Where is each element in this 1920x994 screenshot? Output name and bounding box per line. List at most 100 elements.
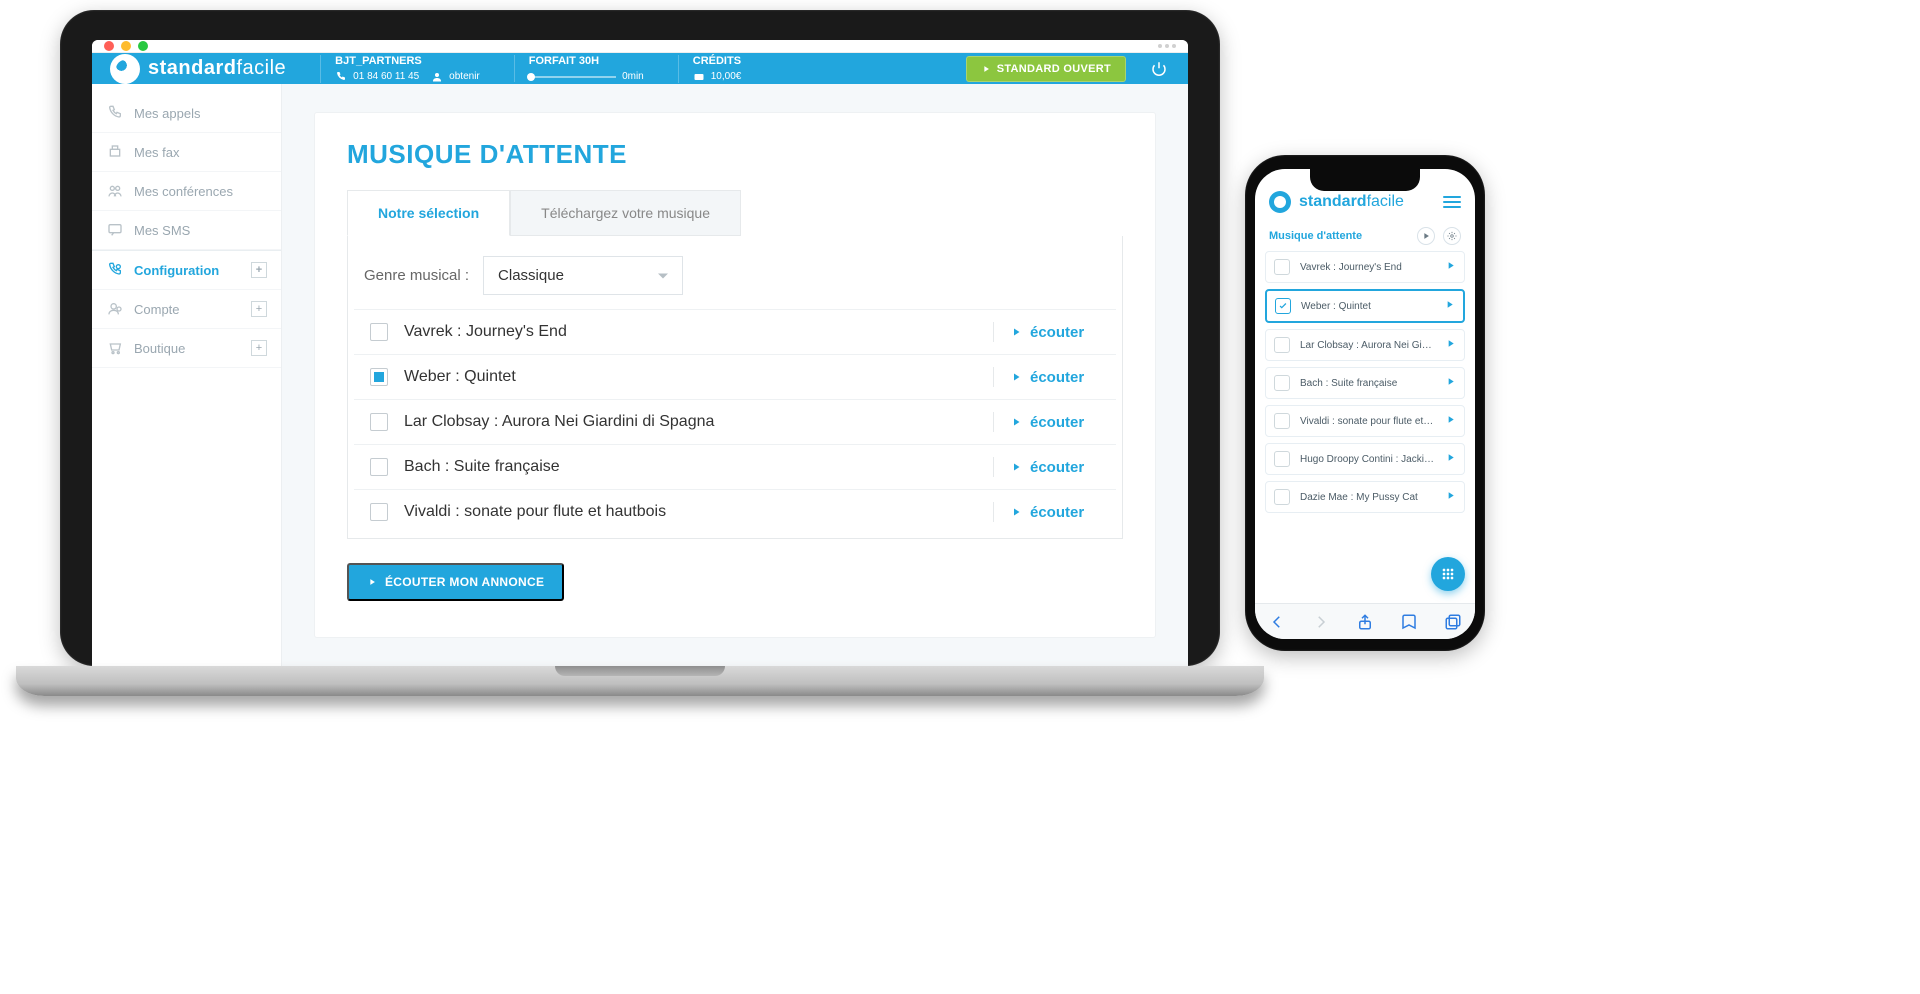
sms-icon <box>106 221 124 239</box>
mobile-track-item[interactable]: Dazie Mae : My Pussy Cat <box>1265 481 1465 513</box>
sidebar-item-boutique[interactable]: Boutique + <box>92 329 281 368</box>
group-icon <box>106 182 124 200</box>
partner-obtenir[interactable]: obtenir <box>449 71 480 82</box>
mobile-section-bar: Musique d'attente <box>1255 221 1475 251</box>
expand-icon[interactable]: + <box>251 301 267 317</box>
mobile-track-item[interactable]: Lar Clobsay : Aurora Nei Giardini <box>1265 329 1465 361</box>
track-row: Weber : Quintet écouter <box>354 354 1116 399</box>
listen-button[interactable]: écouter <box>1010 414 1100 431</box>
sidebar-item-label: Mes SMS <box>134 223 190 238</box>
expand-icon[interactable]: + <box>251 262 267 278</box>
listen-button[interactable]: écouter <box>1010 504 1100 521</box>
dialpad-fab[interactable] <box>1431 557 1465 591</box>
track-checkbox[interactable] <box>370 413 388 431</box>
track-row: Vivaldi : sonate pour flute et hautbois … <box>354 489 1116 534</box>
settings-icon[interactable] <box>1443 227 1461 245</box>
partner-block: BJT_PARTNERS 01 84 60 11 45 obtenir <box>320 55 480 83</box>
brand-logo-text[interactable]: standardfacile <box>1299 193 1404 211</box>
credits-value: 10,00€ <box>711 71 742 82</box>
mobile-track-item[interactable]: Weber : Quintet <box>1265 289 1465 323</box>
track-checkbox[interactable] <box>370 503 388 521</box>
track-title: Lar Clobsay : Aurora Nei Giardini <box>1300 340 1435 351</box>
play-icon[interactable] <box>1445 338 1456 352</box>
track-checkbox[interactable] <box>1274 337 1290 353</box>
back-icon[interactable] <box>1268 613 1286 631</box>
play-icon[interactable] <box>1445 414 1456 428</box>
laptop-screen: standardfacile BJT_PARTNERS 01 84 60 11 … <box>92 40 1188 666</box>
genre-select[interactable]: Classique <box>483 256 683 295</box>
standard-open-button[interactable]: STANDARD OUVERT <box>966 56 1126 82</box>
track-checkbox[interactable] <box>1275 298 1291 314</box>
sidebar-item-compte[interactable]: Compte + <box>92 290 281 329</box>
play-icon <box>1010 461 1022 473</box>
track-checkbox[interactable] <box>1274 413 1290 429</box>
divider <box>993 412 994 432</box>
sidebar-item-label: Mes appels <box>134 106 200 121</box>
track-title: Weber : Quintet <box>404 368 516 386</box>
safari-toolbar <box>1255 603 1475 639</box>
mobile-track-item[interactable]: Bach : Suite française <box>1265 367 1465 399</box>
track-title: Dazie Mae : My Pussy Cat <box>1300 492 1435 503</box>
sidebar-item-label: Boutique <box>134 341 185 356</box>
listen-label: écouter <box>1030 324 1084 341</box>
window-min-dot[interactable] <box>121 41 131 51</box>
brand-logo[interactable]: standardfacile <box>110 54 286 84</box>
bookmarks-icon[interactable] <box>1400 613 1418 631</box>
track-row: Vavrek : Journey's End écouter <box>354 309 1116 354</box>
listen-label: écouter <box>1030 414 1084 431</box>
listen-button[interactable]: écouter <box>1010 459 1100 476</box>
track-row: Bach : Suite française écouter <box>354 444 1116 489</box>
track-checkbox[interactable] <box>1274 259 1290 275</box>
listen-button[interactable]: écouter <box>1010 369 1100 386</box>
mobile-track-item[interactable]: Vivaldi : sonate pour flute et haut <box>1265 405 1465 437</box>
sidebar-item-mes-fax[interactable]: Mes fax <box>92 133 281 172</box>
phone-mockup: standardfacile Musique d'attente Vavrek … <box>1245 155 1485 651</box>
mobile-track-item[interactable]: Vavrek : Journey's End <box>1265 251 1465 283</box>
window-max-dot[interactable] <box>138 41 148 51</box>
mobile-track-item[interactable]: Hugo Droopy Contini : Jackies Id <box>1265 443 1465 475</box>
divider <box>993 322 994 342</box>
play-icon[interactable] <box>1445 376 1456 390</box>
listen-button[interactable]: écouter <box>1010 324 1100 341</box>
tabpanel: Genre musical : Classique Vavrek : Journ… <box>347 236 1123 539</box>
expand-icon[interactable]: + <box>251 340 267 356</box>
sidebar-item-mes-conferences[interactable]: Mes conférences <box>92 172 281 211</box>
menu-icon[interactable] <box>1443 196 1461 208</box>
track-checkbox[interactable] <box>1274 375 1290 391</box>
sidebar-item-mes-sms[interactable]: Mes SMS <box>92 211 281 250</box>
tab-upload-music[interactable]: Téléchargez votre musique <box>510 190 741 236</box>
more-menu-icon[interactable] <box>1158 44 1176 48</box>
track-row: Lar Clobsay : Aurora Nei Giardini di Spa… <box>354 399 1116 444</box>
power-icon[interactable] <box>1148 58 1170 80</box>
play-icon <box>1010 326 1022 338</box>
tabs-icon[interactable] <box>1444 613 1462 631</box>
forward-icon[interactable] <box>1312 613 1330 631</box>
play-icon[interactable] <box>1445 260 1456 274</box>
track-checkbox[interactable] <box>370 368 388 386</box>
track-checkbox[interactable] <box>1274 451 1290 467</box>
topbar: standardfacile BJT_PARTNERS 01 84 60 11 … <box>92 53 1188 84</box>
play-icon[interactable] <box>1445 490 1456 504</box>
announce-label: ÉCOUTER MON ANNONCE <box>385 575 544 589</box>
track-checkbox[interactable] <box>1274 489 1290 505</box>
laptop-mockup: standardfacile BJT_PARTNERS 01 84 60 11 … <box>60 10 1220 696</box>
sidebar: Mes appels Mes fax Mes conférences Mes S… <box>92 84 282 666</box>
track-checkbox[interactable] <box>370 458 388 476</box>
play-icon[interactable] <box>1445 452 1456 466</box>
brand-bold: standard <box>1299 193 1367 210</box>
play-icon <box>1010 506 1022 518</box>
brand-bold: standard <box>148 57 236 79</box>
tab-notre-selection[interactable]: Notre sélection <box>347 190 510 236</box>
listen-announce-button[interactable]: ÉCOUTER MON ANNONCE <box>347 563 564 601</box>
mobile-section-title: Musique d'attente <box>1269 230 1362 242</box>
sidebar-item-label: Configuration <box>134 263 219 278</box>
share-icon[interactable] <box>1356 613 1374 631</box>
track-checkbox[interactable] <box>370 323 388 341</box>
fax-icon <box>106 143 124 161</box>
window-close-dot[interactable] <box>104 41 114 51</box>
track-title: Bach : Suite française <box>404 458 560 476</box>
play-all-icon[interactable] <box>1417 227 1435 245</box>
sidebar-item-mes-appels[interactable]: Mes appels <box>92 94 281 133</box>
play-icon[interactable] <box>1444 299 1455 313</box>
sidebar-item-configuration[interactable]: Configuration + <box>92 250 281 290</box>
